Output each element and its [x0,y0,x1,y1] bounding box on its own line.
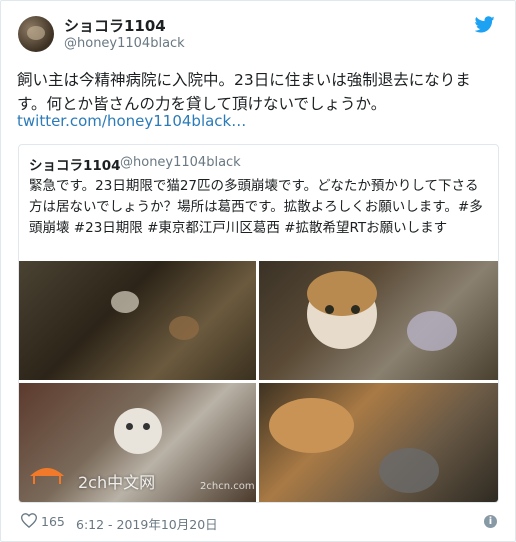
quoted-display-name: ショコラ1104 [29,158,121,174]
photo-grid [19,261,498,502]
avatar[interactable] [18,16,54,52]
like-count: 165 [41,514,65,529]
photo-cat-closeup[interactable] [259,261,498,380]
tweet-text: 飼い主は今精神病院に入院中。23日に住まいは強制退去になります。何とか皆さんの力… [17,71,471,113]
heart-icon[interactable] [21,513,37,528]
watermark-text: 2ch中文网 [78,473,156,492]
quoted-text: 緊急です。23日期限で猫27匹の多頭崩壊です。どなたか預かりして下さる方は居ない… [29,178,483,236]
quoted-handle: @honey1104black [120,155,241,170]
tweet-link[interactable]: twitter.com/honey1104black… [17,112,246,130]
author-handle[interactable]: @honey1104black [64,36,185,51]
author-display-name[interactable]: ショコラ1104 [64,15,166,36]
photo-cats-orange[interactable] [259,383,498,502]
watermark-small-text: 2chcn.com [200,481,255,492]
tweet-timestamp[interactable]: 6:12 - 2019年10月20日 [76,514,218,533]
quoted-tweet[interactable]: ショコラ1104 @honey1104black 緊急です。23日期限で猫27匹… [18,144,499,503]
twitter-bird-icon[interactable] [475,16,495,33]
tweet-card: ショコラ1104 @honey1104black 飼い主は今精神病院に入院中。2… [0,0,516,542]
photo-cats-room[interactable] [19,261,256,380]
watermark-logo-icon [30,468,64,484]
info-icon[interactable]: i [484,515,497,528]
